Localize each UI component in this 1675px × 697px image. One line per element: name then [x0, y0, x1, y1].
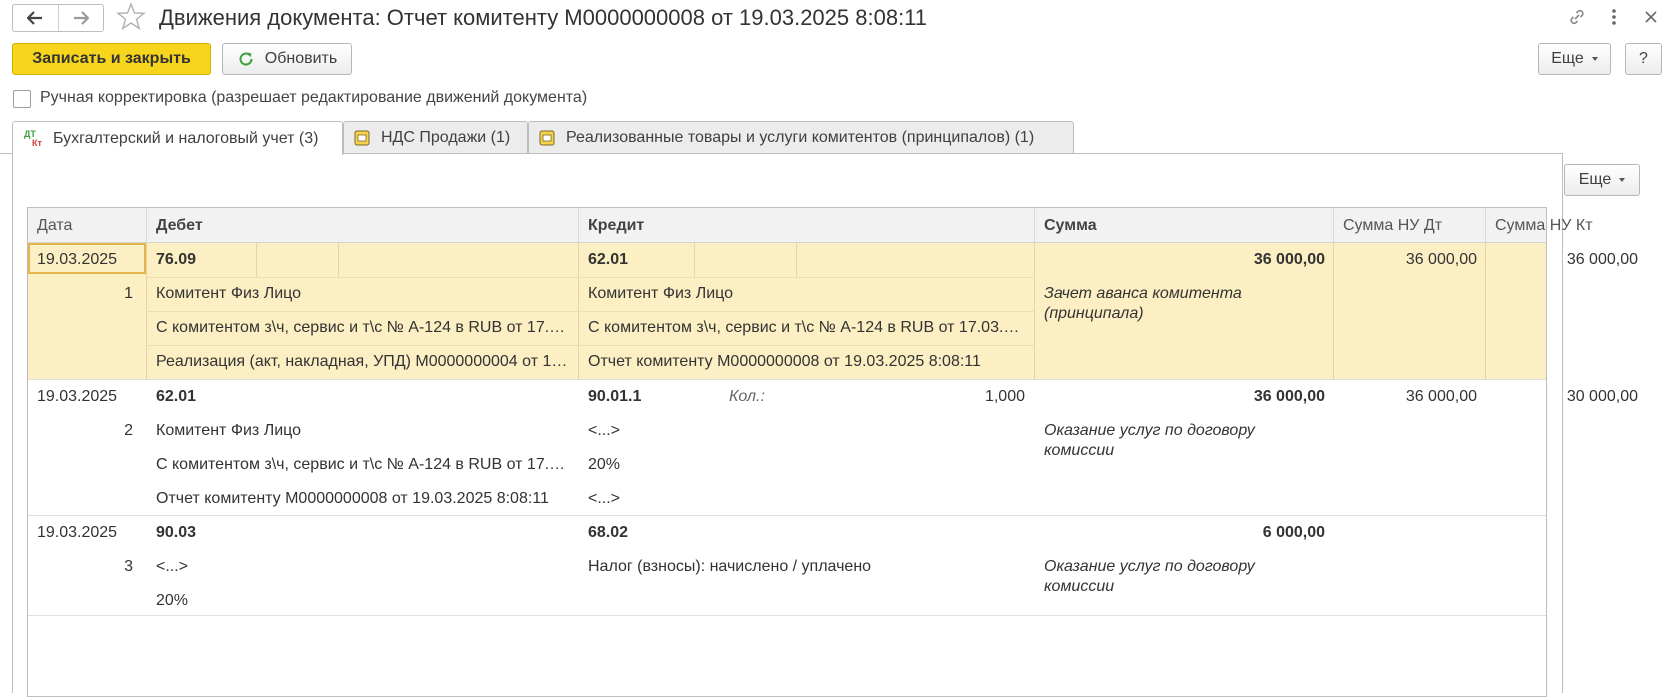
- cell-credit-qty: 1,000: [984, 388, 1025, 405]
- refresh-label: Обновить: [264, 50, 338, 67]
- save-and-close-button[interactable]: Записать и закрыть: [12, 43, 211, 75]
- more-label: Еще: [1551, 50, 1584, 67]
- cell-sum-nu-kt: 30 000,00: [1566, 388, 1638, 405]
- cell-debit-account: 90.03: [156, 524, 197, 541]
- cell-row-number: 1: [124, 285, 133, 302]
- cell-sum-nu-dt: 36 000,00: [1405, 388, 1477, 405]
- column-sum[interactable]: Сумма: [1035, 208, 1334, 243]
- window-title: Движения документа: Отчет комитенту М000…: [159, 5, 928, 30]
- cell-date: 19.03.2025: [37, 524, 118, 541]
- chevron-down-icon: [1591, 57, 1598, 61]
- cell-credit-account: 90.01.1: [588, 388, 642, 405]
- register-icon: [354, 130, 370, 146]
- cell-credit-subconto: <...>: [588, 490, 621, 507]
- column-sum-nu-dt[interactable]: Сумма НУ Дт: [1334, 208, 1486, 243]
- cell-content: Оказание услуг по договору комиссии: [1044, 422, 1255, 459]
- cell-debit-subconto: С комитентом з\ч, сервис и т\с № А-124 в…: [156, 319, 570, 336]
- column-debit[interactable]: Дебет: [147, 208, 579, 243]
- navigation-buttons: [12, 4, 104, 32]
- cell-date: 19.03.2025: [37, 388, 118, 405]
- table-row[interactable]: 19.03.2025 3 90.03 <...> 20% 68.02 Налог…: [28, 516, 1546, 616]
- cell-debit-subconto: <...>: [156, 558, 189, 575]
- entries-table[interactable]: Дата Дебет Кредит Сумма Сумма НУ Дт Сумм…: [27, 207, 1638, 697]
- column-credit[interactable]: Кредит: [579, 208, 1035, 243]
- forward-button[interactable]: [57, 5, 104, 31]
- back-button[interactable]: [13, 5, 58, 31]
- refresh-button[interactable]: Обновить: [222, 43, 352, 75]
- cell-credit-account: 62.01: [588, 251, 629, 268]
- table-row[interactable]: 19.03.2025 1 76.09 Комитент Физ Лицо С к…: [28, 243, 1638, 380]
- cell-debit-subconto: Отчет комитенту М0000000008 от 19.03.202…: [156, 490, 549, 507]
- tab-sold-goods-committents[interactable]: Реализованные товары и услуги комитентов…: [528, 121, 1074, 154]
- back-arrow-icon: [27, 11, 43, 25]
- dt-kt-icon: ДТ Кт: [24, 128, 42, 148]
- table-header: Дата Дебет Кредит Сумма Сумма НУ Дт Сумм…: [28, 208, 1593, 243]
- cell-row-number: 2: [124, 422, 133, 439]
- cell-debit-account: 76.09: [156, 251, 197, 268]
- close-icon[interactable]: [1638, 4, 1664, 30]
- column-sum-nu-kt[interactable]: Сумма НУ Кт: [1486, 208, 1646, 243]
- tab-label: Реализованные товары и услуги комитентов…: [566, 129, 1035, 146]
- cell-sum-nu-dt: 36 000,00: [1405, 251, 1477, 268]
- cell-credit-subconto: <...>: [588, 422, 621, 439]
- cell-credit-qty-label: Кол.:: [729, 388, 765, 405]
- more-label: Еще: [1578, 171, 1612, 188]
- cell-debit-subconto: Реализация (акт, накладная, УПД) М000000…: [156, 353, 570, 370]
- cell-credit-subconto: С комитентом з\ч, сервис и т\с № А-124 в…: [588, 319, 1026, 336]
- column-date[interactable]: Дата: [28, 208, 147, 243]
- manual-edit-label[interactable]: Ручная корректировка (разрешает редактир…: [40, 89, 587, 107]
- cell-sum: 36 000,00: [1253, 251, 1325, 268]
- star-icon[interactable]: [116, 2, 146, 32]
- forward-arrow-icon: [73, 11, 89, 25]
- more-vertical-icon[interactable]: [1601, 4, 1627, 30]
- cell-debit-subconto: С комитентом з\ч, сервис и т\с № А-124 в…: [156, 456, 570, 473]
- cell-date: 19.03.2025: [37, 251, 118, 268]
- register-icon: [539, 130, 555, 146]
- link-icon[interactable]: [1564, 4, 1590, 30]
- tab-label: Бухгалтерский и налоговый учет (3): [53, 129, 319, 147]
- cell-credit-subconto: Отчет комитенту М0000000008 от 19.03.202…: [588, 353, 981, 370]
- cell-debit-subconto: 20%: [156, 592, 189, 609]
- cell-debit-subconto: Комитент Физ Лицо: [156, 285, 302, 302]
- help-button[interactable]: ?: [1625, 43, 1662, 75]
- cell-debit-account: 62.01: [156, 388, 197, 405]
- cell-content: Зачет аванса комитента (принципала): [1044, 285, 1242, 322]
- cell-content: Оказание услуг по договору комиссии: [1044, 558, 1255, 595]
- tab-vat-sales[interactable]: НДС Продажи (1): [343, 121, 528, 154]
- refresh-icon: [239, 52, 253, 66]
- cell-credit-subconto: Налог (взносы): начислено / уплачено: [588, 558, 872, 575]
- manual-edit-checkbox[interactable]: [13, 90, 31, 108]
- tab-label: НДС Продажи (1): [381, 129, 511, 146]
- chevron-down-icon: [1619, 178, 1626, 182]
- more-button[interactable]: Еще: [1538, 43, 1611, 75]
- table-row[interactable]: 19.03.2025 2 62.01 Комитент Физ Лицо С к…: [28, 380, 1638, 516]
- cell-row-number: 3: [124, 558, 133, 575]
- cell-sum-nu-kt: 36 000,00: [1566, 251, 1638, 268]
- tab-accounting[interactable]: ДТ Кт Бухгалтерский и налоговый учет (3): [12, 121, 343, 155]
- cell-credit-account: 68.02: [588, 524, 629, 541]
- cell-credit-subconto: 20%: [588, 456, 621, 473]
- table-more-button[interactable]: Еще: [1564, 164, 1640, 196]
- cell-credit-subconto: Комитент Физ Лицо: [588, 285, 734, 302]
- cell-sum: 36 000,00: [1253, 388, 1325, 405]
- cell-debit-subconto: Комитент Физ Лицо: [156, 422, 302, 439]
- cell-sum: 6 000,00: [1262, 524, 1325, 541]
